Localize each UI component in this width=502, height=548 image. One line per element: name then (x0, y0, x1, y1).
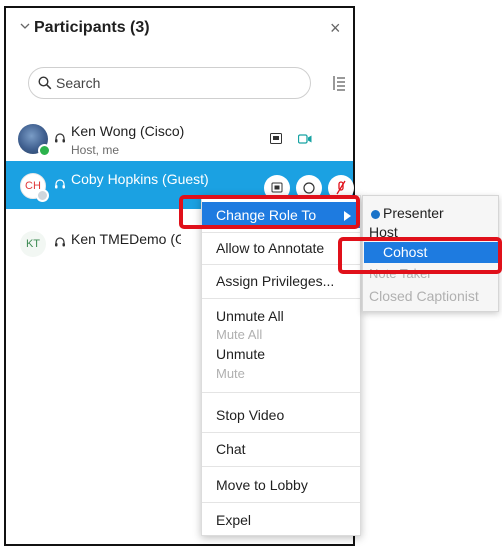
headset-icon (55, 133, 65, 143)
avatar: CH (20, 173, 49, 202)
headset-icon (55, 179, 65, 189)
close-icon[interactable]: × (330, 19, 341, 37)
search-input[interactable]: Search (28, 67, 311, 99)
menu-item-expel[interactable]: Expel (216, 512, 251, 528)
headset-icon (55, 237, 65, 247)
avatar (18, 124, 51, 157)
participant-name: Ken TMEDemo (Gue (71, 231, 181, 247)
menu-divider (202, 502, 360, 503)
current-role-indicator-icon (371, 210, 380, 219)
participant-name: Coby Hopkins (Guest) (71, 171, 209, 187)
presence-badge (38, 144, 51, 157)
video-icon[interactable] (298, 134, 312, 144)
menu-divider (202, 264, 360, 265)
annotation-highlight-change-role (179, 195, 360, 229)
avatar-initials: KT (25, 238, 41, 250)
sort-icon[interactable] (332, 75, 346, 91)
menu-divider (202, 298, 360, 299)
panel-title: Participants (3) (34, 19, 150, 36)
participant-context-menu: Change Role To Allow to Annotate Assign … (201, 195, 361, 536)
menu-item-chat[interactable]: Chat (216, 441, 246, 457)
menu-item-mute: Mute (216, 366, 245, 381)
submenu-item-closed-captionist: Closed Captionist (369, 288, 479, 304)
annotation-highlight-cohost (338, 237, 502, 274)
panel-header: Participants (3) × (6, 8, 353, 48)
menu-divider (202, 232, 360, 233)
menu-divider (202, 432, 360, 433)
participant-role: Host, me (71, 143, 120, 157)
participant-name: Ken Wong (Cisco) (71, 123, 185, 139)
search-placeholder: Search (56, 75, 101, 91)
presence-badge (36, 189, 49, 202)
participant-row-ken-wong[interactable]: Ken Wong (Cisco) Host, me (6, 114, 353, 164)
menu-divider (202, 466, 360, 467)
menu-item-unmute-all[interactable]: Unmute All (216, 308, 284, 324)
avatar: KT (20, 231, 46, 257)
share-screen-icon (270, 133, 282, 144)
menu-item-unmute[interactable]: Unmute (216, 346, 265, 362)
menu-divider (202, 392, 360, 393)
menu-item-assign-privileges[interactable]: Assign Privileges... (216, 273, 334, 289)
menu-item-mute-all: Mute All (216, 327, 263, 342)
submenu-item-presenter[interactable]: Presenter (383, 205, 444, 221)
chevron-down-icon[interactable] (20, 21, 30, 31)
menu-item-allow-annotate[interactable]: Allow to Annotate (216, 240, 324, 256)
menu-item-move-to-lobby[interactable]: Move to Lobby (216, 477, 308, 493)
search-icon (38, 76, 52, 90)
menu-item-stop-video[interactable]: Stop Video (216, 407, 284, 423)
